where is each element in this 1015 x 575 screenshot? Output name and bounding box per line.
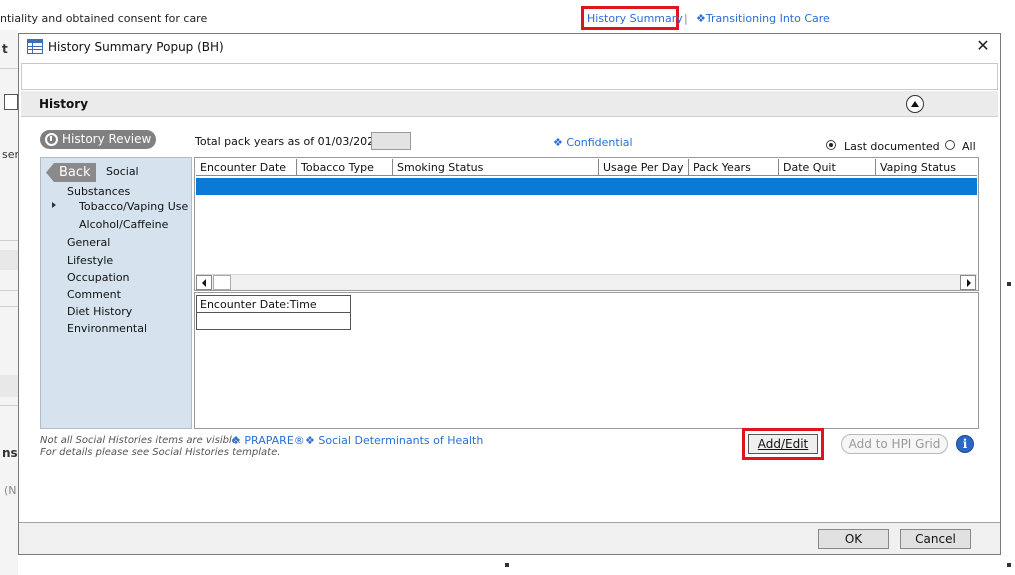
caret-right-icon (52, 202, 56, 208)
prapare-label: PRAPARE® (244, 434, 305, 447)
column-header[interactable]: Smoking Status (393, 159, 599, 176)
cancel-button[interactable]: Cancel (900, 529, 971, 549)
popup-title: History Summary Popup (BH) (48, 40, 224, 54)
dialog-footer: OK Cancel (19, 522, 1000, 554)
ok-button[interactable]: OK (818, 529, 889, 549)
table-row-selected[interactable] (196, 178, 977, 195)
radio-last-documented[interactable] (826, 140, 836, 150)
nav-item-general[interactable]: General (67, 236, 110, 249)
column-header[interactable]: Encounter Date:Time (196, 295, 351, 313)
popup-titlebar[interactable]: History Summary Popup (BH) ✕ (19, 34, 1000, 61)
table-row[interactable] (196, 312, 351, 330)
pack-years-label: Total pack years as of 01/03/2022: (195, 135, 385, 148)
nav-current-section: Social (106, 165, 139, 178)
diamond-icon: ❖ (696, 12, 706, 25)
column-header[interactable]: Usage Per Day (599, 159, 689, 176)
tobacco-history-grid: Encounter Date Tobacco Type Smoking Stat… (194, 157, 979, 291)
arrow-left-icon (202, 279, 206, 287)
table-icon (27, 39, 43, 54)
column-header[interactable]: Tobacco Type (297, 159, 393, 176)
history-nav-panel: Back Social Substances Tobacco/Vaping Us… (40, 157, 192, 429)
social-determinants-link[interactable]: ❖ Social Determinants of Health (305, 434, 483, 447)
encounter-detail-grid: Encounter Date:Time (194, 292, 979, 429)
scroll-thumb[interactable] (213, 275, 231, 290)
resize-handle[interactable] (1007, 563, 1011, 567)
resize-handle[interactable] (505, 563, 509, 567)
diamond-icon: ❖ (231, 434, 245, 447)
column-header[interactable]: Pack Years (689, 159, 779, 176)
transitioning-link-label: Transitioning Into Care (705, 12, 830, 25)
visibility-note: Not all Social Histories items are visib… (40, 435, 242, 446)
column-header[interactable]: Encounter Date (196, 159, 297, 176)
column-header[interactable]: Vaping Status (876, 159, 977, 176)
nav-item-environmental[interactable]: Environmental (67, 322, 147, 335)
history-summary-popup: History Summary Popup (BH) ✕ History His… (18, 33, 1001, 555)
arrow-right-icon (967, 279, 971, 287)
scroll-left-button[interactable] (196, 275, 212, 290)
back-button[interactable]: Back (46, 163, 96, 182)
radio-all-label: All (962, 140, 976, 153)
bg-fragment: (N (4, 484, 17, 497)
close-icon[interactable]: ✕ (974, 37, 992, 55)
prapare-link[interactable]: ❖ PRAPARE® (231, 434, 305, 447)
history-review-label: History Review (62, 132, 152, 146)
history-review-button[interactable]: History Review (40, 130, 156, 149)
nav-item-tobacco-vaping[interactable]: Tobacco/Vaping Use (79, 200, 188, 213)
radio-all[interactable] (945, 140, 955, 150)
resize-handle[interactable] (1007, 282, 1011, 286)
column-header[interactable]: Date Quit (779, 159, 876, 176)
nav-item-substances[interactable]: Substances (67, 185, 130, 198)
social-determinants-label: Social Determinants of Health (318, 434, 484, 447)
nav-item-comment[interactable]: Comment (67, 288, 121, 301)
nav-item-occupation[interactable]: Occupation (67, 271, 130, 284)
back-label: Back (59, 165, 91, 180)
bg-fragment: ns (2, 446, 18, 460)
template-note: For details please see Social Histories … (40, 447, 281, 458)
diamond-icon: ❖ (553, 136, 567, 149)
pack-years-field[interactable] (371, 132, 411, 150)
scroll-right-button[interactable] (960, 275, 976, 290)
link-separator: | (684, 12, 688, 25)
confidential-label: Confidential (566, 136, 633, 149)
diamond-icon: ❖ (305, 434, 319, 447)
consent-text: ntiality and obtained consent for care (0, 12, 208, 25)
horizontal-scrollbar[interactable] (196, 274, 977, 290)
popup-toolbar-area (21, 63, 998, 90)
radio-last-documented-label: Last documented (844, 140, 940, 153)
confidential-link[interactable]: ❖ Confidential (553, 136, 633, 149)
section-title: History (39, 97, 89, 111)
bg-fragment: t (2, 42, 8, 56)
nav-item-lifestyle[interactable]: Lifestyle (67, 254, 113, 267)
history-section-header: History (21, 91, 998, 117)
collapse-up-icon[interactable] (906, 95, 924, 113)
transitioning-link[interactable]: ❖Transitioning Into Care (696, 12, 830, 25)
add-edit-button[interactable]: Add/Edit (748, 434, 818, 454)
info-icon[interactable]: i (956, 435, 974, 453)
add-to-hpi-grid-button[interactable]: Add to HPI Grid (841, 434, 948, 454)
nav-item-alcohol-caffeine[interactable]: Alcohol/Caffeine (79, 218, 168, 231)
bg-box (4, 94, 18, 110)
nav-item-diet-history[interactable]: Diet History (67, 305, 132, 318)
clock-icon (45, 133, 58, 146)
history-summary-link[interactable]: History Summary (587, 12, 683, 25)
